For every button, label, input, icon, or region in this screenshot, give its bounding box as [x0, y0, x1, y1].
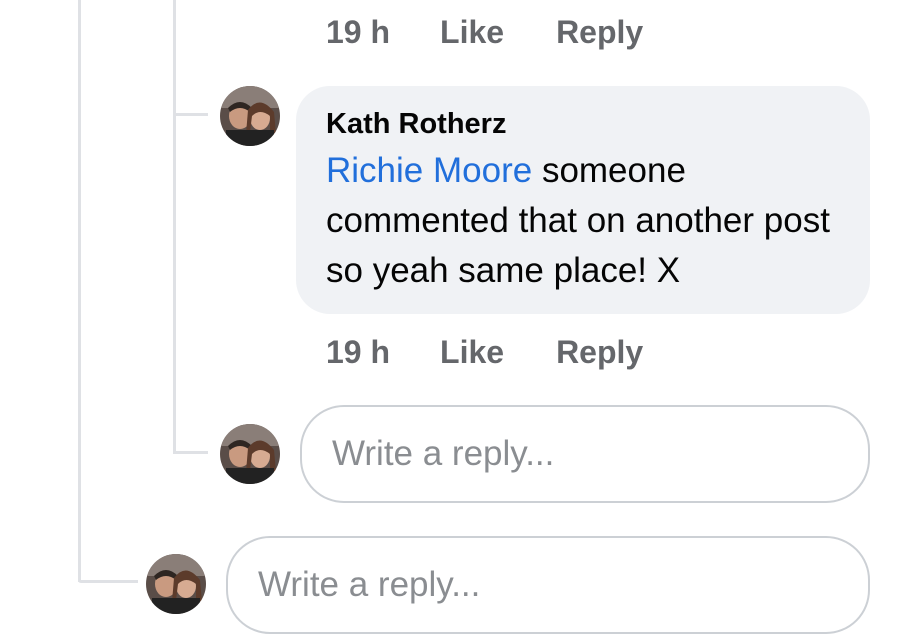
nested-thread-branch-1	[173, 113, 208, 116]
like-button[interactable]: Like	[440, 14, 504, 51]
comment-author[interactable]: Kath Rotherz	[326, 106, 840, 142]
nested-thread-branch-2	[173, 451, 208, 454]
avatar[interactable]	[220, 86, 280, 146]
comment-text: Richie Moore someone commented that on a…	[326, 146, 840, 296]
outer-thread-line	[78, 0, 81, 582]
previous-comment-actions: 19 h Like Reply	[326, 14, 643, 51]
user-avatar-couple-icon	[146, 554, 206, 614]
reply-input[interactable]	[300, 405, 870, 503]
comment-bubble: Kath Rotherz Richie Moore someone commen…	[296, 86, 870, 314]
outer-reply-input[interactable]	[226, 536, 870, 634]
avatar	[146, 554, 206, 614]
reply-button[interactable]: Reply	[556, 14, 643, 51]
comment-timestamp: 19 h	[326, 334, 391, 370]
user-avatar-couple-icon	[220, 424, 280, 484]
comment-timestamp: 19 h	[326, 14, 391, 50]
comment-text-rest: commented that on another post so yeah s…	[326, 201, 830, 290]
mention-link[interactable]: Richie Moore	[326, 151, 532, 190]
avatar	[220, 424, 280, 484]
comment-actions: 19 h Like Reply	[326, 334, 643, 371]
comment-text-start: someone	[541, 151, 686, 190]
like-button[interactable]: Like	[440, 334, 504, 371]
user-avatar-couple-icon	[220, 86, 280, 146]
nested-thread-line	[173, 0, 176, 452]
reply-button[interactable]: Reply	[556, 334, 643, 371]
outer-thread-branch	[78, 580, 138, 583]
